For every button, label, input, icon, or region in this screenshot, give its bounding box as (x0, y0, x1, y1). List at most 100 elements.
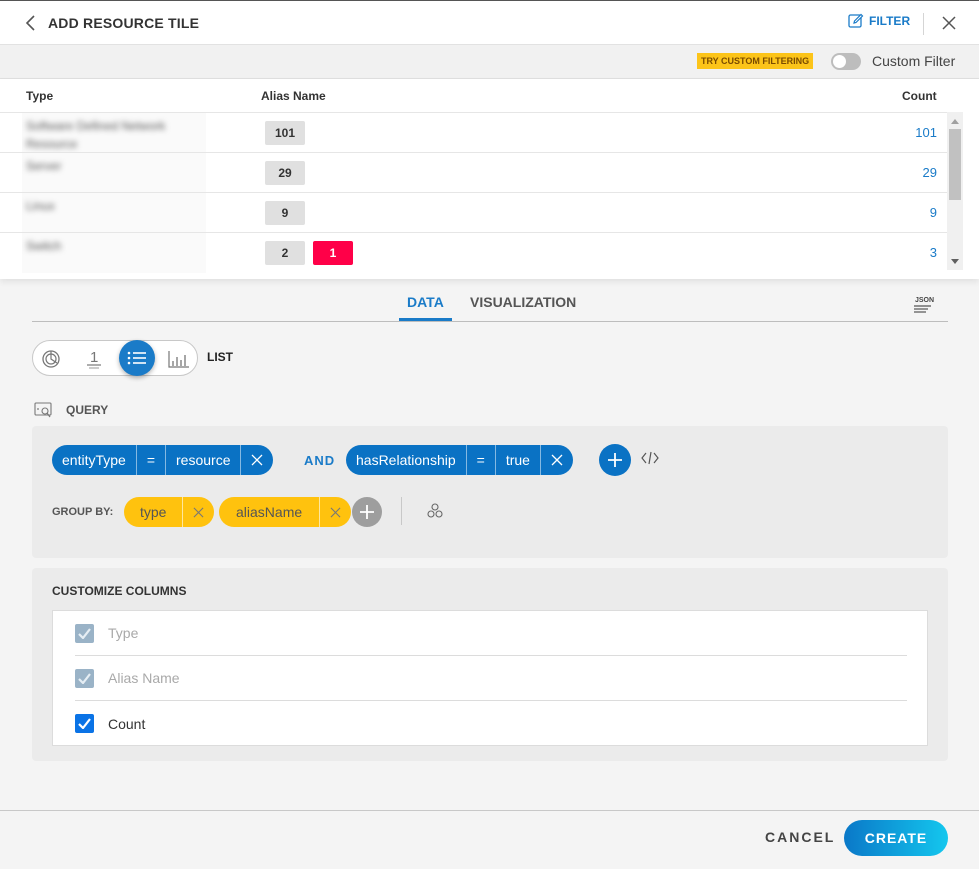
try-custom-filtering-badge[interactable]: TRY CUSTOM FILTERING (697, 53, 814, 69)
column-checkbox[interactable] (75, 623, 94, 643)
single-value-icon: 1 (87, 349, 101, 369)
add-filter-button[interactable] (599, 444, 631, 476)
list-icon (127, 351, 146, 365)
alias-badge[interactable]: 29 (265, 161, 305, 185)
alias-badge[interactable]: 9 (265, 201, 305, 225)
column-header-alias-name: Alias Name (261, 89, 326, 103)
columns-list: Type Alias Name Count (52, 610, 928, 746)
query-panel: entityType = resource AND hasRelationshi… (32, 426, 948, 558)
column-option-alias-name: Alias Name (75, 656, 907, 701)
customize-columns-title: CUSTOMIZE COLUMNS (52, 584, 187, 598)
viz-option-pie[interactable] (35, 343, 67, 375)
query-title: QUERY (66, 403, 109, 417)
query-icon (34, 402, 52, 418)
type-cell: Switch (22, 233, 206, 273)
pie-chart-icon (42, 350, 60, 368)
cancel-button[interactable]: CANCEL (765, 829, 835, 845)
table-scrollbar[interactable] (947, 112, 963, 270)
count-value[interactable]: 29 (923, 165, 937, 180)
conjunction-label: AND (304, 453, 336, 468)
group-by-divider (401, 497, 402, 525)
back-icon[interactable] (22, 13, 40, 33)
filter-operator[interactable]: = (467, 445, 496, 475)
filter-field[interactable]: hasRelationship (346, 445, 467, 475)
column-checkbox[interactable] (75, 668, 94, 688)
toggle-knob (833, 55, 846, 68)
viz-option-single-value[interactable]: 1 (78, 343, 110, 375)
filter-label: FILTER (869, 14, 911, 28)
checkmark-icon (78, 627, 91, 639)
dialog-footer: CANCEL CREATE (0, 810, 979, 869)
column-header-type: Type (26, 89, 54, 103)
svg-text:JSON: JSON (915, 297, 934, 304)
close-icon (193, 507, 204, 517)
tab-data[interactable]: DATA (399, 294, 452, 321)
filter-operator[interactable]: = (137, 445, 167, 475)
close-icon[interactable] (940, 14, 958, 32)
hierarchy-button[interactable] (426, 502, 444, 525)
count-value[interactable]: 101 (915, 125, 937, 140)
tab-visualization[interactable]: VISUALIZATION (470, 294, 576, 318)
remove-group-by-button[interactable] (320, 497, 351, 527)
remove-group-by-button[interactable] (183, 497, 214, 527)
count-value[interactable]: 3 (930, 245, 937, 260)
preview-table: Type Alias Name Count Software Defined N… (0, 79, 979, 279)
alias-badge[interactable]: 2 (265, 241, 305, 265)
alias-badge[interactable]: 101 (265, 121, 305, 145)
bar-chart-icon (168, 351, 189, 368)
type-cell: Linux (22, 193, 206, 233)
viz-option-bar[interactable] (163, 343, 195, 375)
column-option-label: Count (108, 715, 146, 732)
checkmark-icon (78, 718, 91, 729)
filter-value[interactable]: true (496, 445, 541, 475)
group-by-chip-type: type (124, 497, 215, 527)
type-cell: Server (22, 153, 206, 193)
type-value: Server (26, 159, 62, 173)
group-by-field[interactable]: aliasName (219, 497, 321, 527)
svg-text:1: 1 (90, 349, 98, 366)
json-icon[interactable]: JSON (912, 294, 934, 316)
edit-icon (848, 13, 864, 28)
column-header-count: Count (902, 89, 937, 103)
filter-button[interactable]: FILTER (848, 13, 910, 29)
dialog-header: ADD RESOURCE TILE FILTER (0, 0, 979, 45)
visualization-selector: 1 (32, 340, 198, 376)
filter-chip-entity-type: entityType = resource (52, 445, 274, 475)
create-button[interactable]: CREATE (844, 820, 948, 856)
count-value[interactable]: 9 (930, 205, 937, 220)
column-option-count: Count (75, 701, 907, 746)
type-value: Software Defined Network Resource (26, 119, 166, 151)
filter-field[interactable]: entityType (52, 445, 137, 475)
column-checkbox[interactable] (75, 714, 94, 733)
column-option-type: Type (75, 611, 907, 656)
custom-filter-label: Custom Filter (872, 53, 956, 69)
group-by-label: GROUP BY: (52, 506, 114, 518)
close-icon (252, 454, 263, 466)
table-row: Server 29 29 (0, 152, 947, 193)
filter-value[interactable]: resource (166, 445, 242, 475)
add-group-by-button[interactable] (352, 497, 382, 527)
type-cell: Software Defined Network Resource (22, 113, 206, 153)
selected-visualization-label: LIST (207, 350, 233, 364)
alias-badge-alert[interactable]: 1 (313, 241, 353, 265)
type-value: Linux (26, 199, 55, 213)
table-body: Software Defined Network Resource 101 10… (0, 112, 947, 273)
code-view-button[interactable] (640, 450, 660, 471)
table-row: Linux 9 9 (0, 192, 947, 233)
tab-bar: DATA VISUALIZATION JSON (32, 290, 948, 322)
plus-icon (360, 505, 374, 519)
query-header: QUERY (34, 401, 108, 419)
custom-filter-bar: TRY CUSTOM FILTERING Custom Filter (0, 45, 979, 79)
group-by-field[interactable]: type (124, 497, 184, 527)
custom-filter-toggle[interactable] (831, 53, 861, 70)
scroll-down-arrow[interactable] (951, 259, 959, 264)
scroll-up-arrow[interactable] (951, 119, 959, 124)
remove-filter-button[interactable] (241, 445, 273, 475)
plus-icon (608, 453, 622, 467)
close-icon (330, 507, 341, 517)
scroll-thumb[interactable] (949, 129, 961, 200)
remove-filter-button[interactable] (541, 445, 573, 475)
viz-option-list[interactable] (119, 340, 155, 376)
hierarchy-icon (427, 503, 443, 518)
customize-columns-panel: CUSTOMIZE COLUMNS Type Alias Name Count (32, 568, 948, 761)
